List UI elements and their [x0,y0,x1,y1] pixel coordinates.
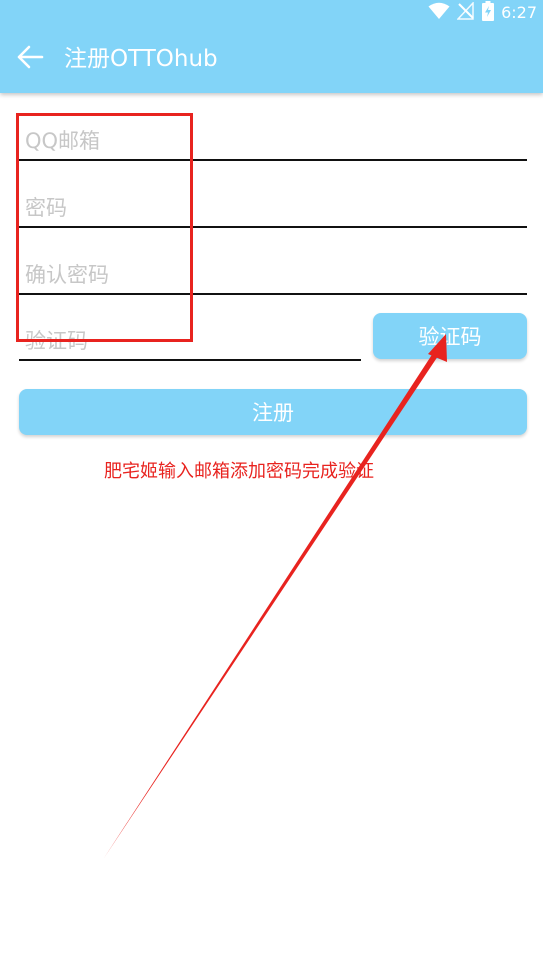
annotation-arrow [104,334,447,858]
